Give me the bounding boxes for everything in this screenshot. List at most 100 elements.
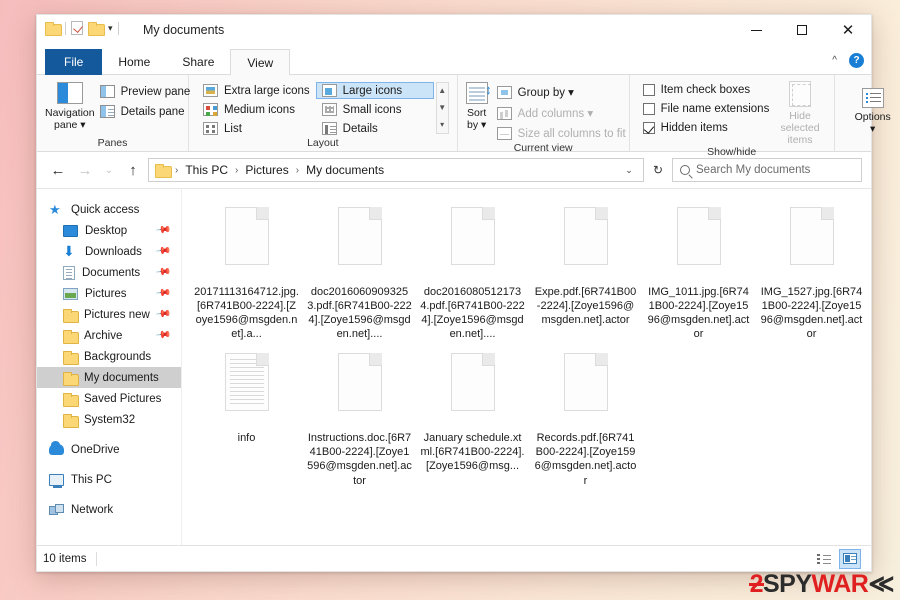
ribbon-tab-strip: File Home Share View ^ ? bbox=[37, 49, 871, 76]
back-button[interactable]: ← bbox=[46, 158, 70, 182]
add-columns-button[interactable]: Add columns ▾ bbox=[492, 104, 631, 122]
file-name: January schedule.xtml.[6R741B00-2224].[Z… bbox=[420, 432, 525, 473]
group-caption-layout: Layout bbox=[307, 137, 339, 149]
sidebar-item-label: System32 bbox=[84, 413, 136, 426]
list-icon bbox=[203, 122, 218, 135]
breadcrumb-this-pc[interactable]: This PC bbox=[181, 161, 232, 179]
sidebar-item-saved-pictures[interactable]: Saved Pictures bbox=[37, 388, 181, 409]
sidebar-item-backgrounds[interactable]: Backgrounds bbox=[37, 346, 181, 367]
file-item[interactable]: January schedule.xtml.[6R741B00-2224].[Z… bbox=[416, 349, 529, 495]
large-icons-view-button[interactable] bbox=[839, 548, 861, 569]
add-columns-label: Add columns ▾ bbox=[517, 108, 594, 120]
maximize-icon bbox=[797, 25, 807, 35]
file-name: Expe.pdf.[6R741B00-2224].[Zoye1596@msgde… bbox=[534, 286, 637, 327]
file-item[interactable]: info bbox=[190, 349, 303, 495]
file-list-pane[interactable]: 20171113164712.jpg.[6R741B00-2224].[Zoye… bbox=[182, 189, 871, 545]
sort-by-button[interactable]: ↕ Sort by ▾ bbox=[465, 79, 492, 131]
preview-pane-button[interactable]: Preview pane bbox=[95, 83, 196, 100]
folder-icon[interactable] bbox=[45, 22, 62, 36]
group-by-button[interactable]: Group by ▾ bbox=[492, 83, 631, 101]
search-input[interactable]: Search My documents bbox=[672, 158, 862, 182]
desktop-icon bbox=[63, 224, 78, 237]
view-option-label: Medium icons bbox=[224, 103, 295, 116]
breadcrumb-separator: › bbox=[235, 164, 239, 176]
file-name: doc20160609093253.pdf.[6R741B00-2224].[Z… bbox=[307, 286, 412, 341]
tab-home[interactable]: Home bbox=[102, 49, 166, 75]
file-name: 20171113164712.jpg.[6R741B00-2224].[Zoye… bbox=[194, 286, 299, 341]
pin-icon: 📌 bbox=[154, 222, 172, 239]
sidebar-item-pictures-new[interactable]: Pictures new 📌 bbox=[37, 304, 181, 325]
qat-customize-caret[interactable]: ▾ bbox=[108, 23, 113, 33]
options-button[interactable]: Options ▾ bbox=[843, 85, 900, 135]
size-all-columns-button[interactable]: Size all columns to fit bbox=[492, 125, 631, 142]
collapse-ribbon-icon[interactable]: ^ bbox=[832, 55, 837, 66]
up-button[interactable]: ↑ bbox=[121, 158, 145, 182]
view-list[interactable]: List bbox=[197, 120, 316, 137]
tab-view[interactable]: View bbox=[230, 49, 291, 76]
divider bbox=[65, 21, 66, 35]
sidebar-item-archive[interactable]: Archive 📌 bbox=[37, 325, 181, 346]
breadcrumb-my-documents[interactable]: My documents bbox=[302, 161, 388, 179]
folder-icon bbox=[63, 392, 79, 407]
recent-locations-button[interactable]: ⌄ bbox=[100, 158, 118, 182]
extra-large-icons-icon bbox=[203, 84, 218, 97]
properties-icon[interactable] bbox=[71, 21, 83, 35]
file-item[interactable]: IMG_1527.jpg.[6R741B00-2224].[Zoye1596@m… bbox=[755, 203, 868, 349]
sidebar-item-pictures[interactable]: Pictures 📌 bbox=[37, 283, 181, 304]
breadcrumb[interactable]: › This PC › Pictures › My documents ⌄ bbox=[148, 158, 644, 182]
file-item[interactable]: doc20160805121734.pdf.[6R741B00-2224].[Z… bbox=[416, 203, 529, 349]
scroll-up-icon[interactable]: ▲ bbox=[437, 83, 448, 99]
sidebar-item-documents[interactable]: Documents 📌 bbox=[37, 262, 181, 283]
details-view-icon bbox=[817, 553, 831, 564]
file-name-extensions-checkbox[interactable]: File name extensions bbox=[638, 101, 775, 117]
divider bbox=[117, 21, 119, 35]
view-extra-large-icons[interactable]: Extra large icons bbox=[197, 82, 316, 99]
file-item[interactable]: IMG_1011.jpg.[6R741B00-2224].[Zoye1596@m… bbox=[642, 203, 755, 349]
tab-share[interactable]: Share bbox=[166, 49, 230, 75]
star-icon: ★ bbox=[49, 202, 61, 217]
file-item[interactable]: Instructions.doc.[6R741B00-2224].[Zoye15… bbox=[303, 349, 416, 495]
sidebar-item-this-pc[interactable]: This PC bbox=[37, 469, 181, 490]
sidebar-item-my-documents[interactable]: My documents bbox=[37, 367, 181, 388]
item-check-boxes-checkbox[interactable]: Item check boxes bbox=[638, 82, 775, 98]
file-item[interactable]: doc20160609093253.pdf.[6R741B00-2224].[Z… bbox=[303, 203, 416, 349]
minimize-button[interactable] bbox=[733, 15, 779, 45]
hide-selected-items-button[interactable]: Hide selected items bbox=[774, 79, 825, 146]
file-item[interactable]: 20171113164712.jpg.[6R741B00-2224].[Zoye… bbox=[190, 203, 303, 349]
status-bar: 10 items bbox=[37, 545, 871, 571]
sidebar-item-network[interactable]: Network bbox=[37, 499, 181, 520]
scroll-down-icon[interactable]: ▼ bbox=[437, 100, 448, 116]
view-details[interactable]: Details bbox=[316, 120, 434, 137]
close-button[interactable]: ✕ bbox=[825, 15, 871, 45]
view-small-icons[interactable]: Small icons bbox=[316, 101, 434, 118]
file-item[interactable]: Expe.pdf.[6R741B00-2224].[Zoye1596@msgde… bbox=[529, 203, 642, 349]
file-item[interactable]: Records.pdf.[6R741B00-2224].[Zoye1596@ms… bbox=[529, 349, 642, 495]
layout-gallery-scrollbar[interactable]: ▲ ▼ ▾ bbox=[435, 82, 449, 134]
refresh-button[interactable]: ↻ bbox=[647, 158, 669, 182]
sidebar-item-label: Desktop bbox=[85, 224, 128, 237]
help-icon[interactable]: ? bbox=[849, 53, 864, 68]
blank-file-icon bbox=[558, 353, 614, 425]
forward-button[interactable]: → bbox=[73, 158, 97, 182]
navigation-pane-button[interactable]: Navigation pane ▾ bbox=[45, 79, 95, 131]
view-large-icons[interactable]: Large icons bbox=[315, 82, 434, 99]
blank-file-icon bbox=[445, 353, 501, 425]
breadcrumb-separator: › bbox=[175, 164, 179, 176]
scroll-more-icon[interactable]: ▾ bbox=[437, 117, 448, 133]
hidden-items-checkbox[interactable]: Hidden items bbox=[638, 120, 775, 136]
view-medium-icons[interactable]: Medium icons bbox=[197, 101, 316, 118]
details-view-button[interactable] bbox=[813, 549, 835, 569]
sidebar-item-onedrive[interactable]: OneDrive bbox=[37, 439, 181, 460]
new-folder-icon[interactable] bbox=[88, 22, 105, 36]
view-option-label: Extra large icons bbox=[224, 84, 310, 97]
address-dropdown-icon[interactable]: ⌄ bbox=[619, 165, 639, 176]
details-pane-button[interactable]: Details pane bbox=[95, 103, 196, 120]
sidebar-item-system32[interactable]: System32 bbox=[37, 409, 181, 430]
sidebar-item-desktop[interactable]: Desktop 📌 bbox=[37, 220, 181, 241]
breadcrumb-pictures[interactable]: Pictures bbox=[241, 161, 292, 179]
sidebar-item-downloads[interactable]: ⬇ Downloads 📌 bbox=[37, 241, 181, 262]
maximize-button[interactable] bbox=[779, 15, 825, 45]
sidebar-item-quick-access[interactable]: ★ Quick access bbox=[37, 199, 181, 220]
tab-file[interactable]: File bbox=[45, 49, 103, 75]
